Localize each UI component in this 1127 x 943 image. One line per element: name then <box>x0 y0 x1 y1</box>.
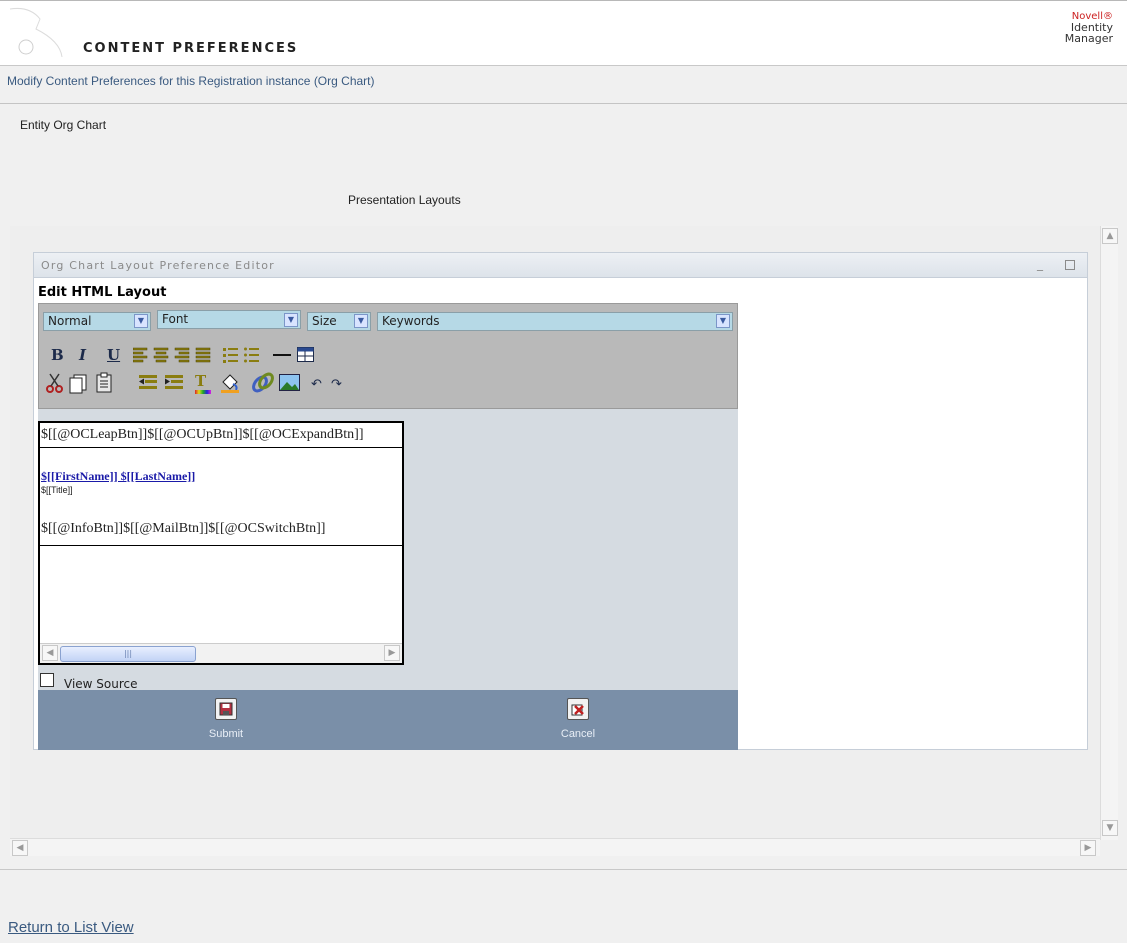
align-center-icon <box>153 347 169 363</box>
html-editor: Normal ▼ Font ▼ Size ▼ Keywords ▼ B I U <box>38 303 738 750</box>
decorative-gear-icon <box>9 8 63 58</box>
text-color-icon: T <box>195 372 207 390</box>
template-name-field[interactable]: $[[FirstName]] $[[LastName]] <box>41 469 195 484</box>
maximize-button[interactable] <box>1065 260 1075 270</box>
font-select[interactable]: Font ▼ <box>157 310 301 329</box>
underline-button[interactable]: U <box>107 346 120 364</box>
indent-buttons[interactable] <box>139 374 189 392</box>
layout-editor-portlet: Org Chart Layout Preference Editor _ Edi… <box>33 252 1088 750</box>
page-title: CONTENT PREFERENCES <box>83 41 299 56</box>
align-justify-icon <box>195 347 211 363</box>
scroll-up-button[interactable]: ▲ <box>1102 228 1118 244</box>
text-color-button[interactable]: T <box>195 372 211 394</box>
italic-button[interactable]: I <box>79 346 86 364</box>
submit-button[interactable]: Submit <box>196 698 256 740</box>
chevron-down-icon: ▼ <box>354 314 368 328</box>
entity-label: Entity Org Chart <box>20 118 107 132</box>
unordered-list-icon <box>244 347 259 363</box>
divider <box>0 869 1127 870</box>
editor-action-bar: Submit Cancel <box>38 690 738 750</box>
horizontal-rule-icon[interactable] <box>273 354 291 356</box>
format-select[interactable]: Normal ▼ <box>43 312 151 331</box>
presentation-layouts-label: Presentation Layouts <box>348 193 461 207</box>
divider <box>0 103 1127 104</box>
editor-toolbar: Normal ▼ Font ▼ Size ▼ Keywords ▼ B I U <box>38 303 738 409</box>
product-name: Identity Manager <box>1064 21 1113 45</box>
horizontal-scrollbar[interactable]: ◀ ▶ <box>10 838 1100 856</box>
align-right-icon <box>174 347 190 363</box>
template-title-field: $[[Title]] <box>41 485 73 495</box>
minimize-button[interactable]: _ <box>1037 257 1043 271</box>
link-icon[interactable] <box>251 372 275 394</box>
view-source-label: View Source <box>64 677 138 691</box>
scroll-right-button[interactable]: ▶ <box>1080 840 1096 856</box>
scroll-right-button[interactable]: ▶ <box>384 645 400 661</box>
template-row-buttons-top: $[[@OCLeapBtn]]$[[@OCUpBtn]]$[[@OCExpand… <box>41 427 364 442</box>
portlet-title: Org Chart Layout Preference Editor <box>41 259 275 272</box>
background-color-icon[interactable] <box>219 372 241 394</box>
ordered-list-icon <box>223 348 238 363</box>
divider <box>40 447 402 448</box>
cancel-icon <box>567 698 589 720</box>
save-icon <box>215 698 237 720</box>
table-icon[interactable] <box>297 347 315 363</box>
align-buttons[interactable] <box>133 347 213 363</box>
view-source-checkbox[interactable] <box>40 673 54 687</box>
bold-button[interactable]: B <box>51 346 64 364</box>
indent-icon <box>165 375 183 389</box>
editor-content-area[interactable]: $[[@OCLeapBtn]]$[[@OCUpBtn]]$[[@OCExpand… <box>38 421 404 665</box>
image-icon[interactable] <box>279 374 301 392</box>
editor-horizontal-scrollbar[interactable]: ◀ ||| ▶ <box>40 643 402 663</box>
cut-icon[interactable] <box>45 372 65 394</box>
chevron-down-icon: ▼ <box>134 314 148 328</box>
vertical-scrollbar[interactable]: ▲ ▼ <box>1100 226 1118 840</box>
editor-heading: Edit HTML Layout <box>38 285 167 300</box>
redo-icon[interactable]: ↷ <box>331 377 342 392</box>
cancel-button[interactable]: Cancel <box>548 698 608 740</box>
portlet-titlebar: Org Chart Layout Preference Editor _ <box>34 253 1087 278</box>
outdent-icon <box>139 375 157 389</box>
scrollbar-thumb[interactable]: ||| <box>60 646 196 662</box>
return-to-list-link[interactable]: Return to List View <box>8 919 134 936</box>
align-left-icon <box>133 347 148 363</box>
copy-icon[interactable] <box>69 374 89 394</box>
page-header: CONTENT PREFERENCES Novell® Identity Man… <box>0 0 1127 66</box>
scroll-down-button[interactable]: ▼ <box>1102 820 1118 836</box>
scroll-left-button[interactable]: ◀ <box>12 840 28 856</box>
chevron-down-icon: ▼ <box>284 313 298 327</box>
divider <box>40 545 402 546</box>
scroll-left-button[interactable]: ◀ <box>42 645 58 661</box>
page-subtitle: Modify Content Preferences for this Regi… <box>7 74 375 88</box>
chevron-down-icon: ▼ <box>716 314 730 328</box>
undo-icon[interactable]: ↶ <box>311 377 322 392</box>
paste-icon[interactable] <box>95 372 115 394</box>
keywords-select[interactable]: Keywords ▼ <box>377 312 733 331</box>
list-buttons[interactable] <box>223 347 263 365</box>
template-row-buttons-bottom: $[[@InfoBtn]]$[[@MailBtn]]$[[@OCSwitchBt… <box>41 521 326 536</box>
size-select[interactable]: Size ▼ <box>307 312 371 331</box>
